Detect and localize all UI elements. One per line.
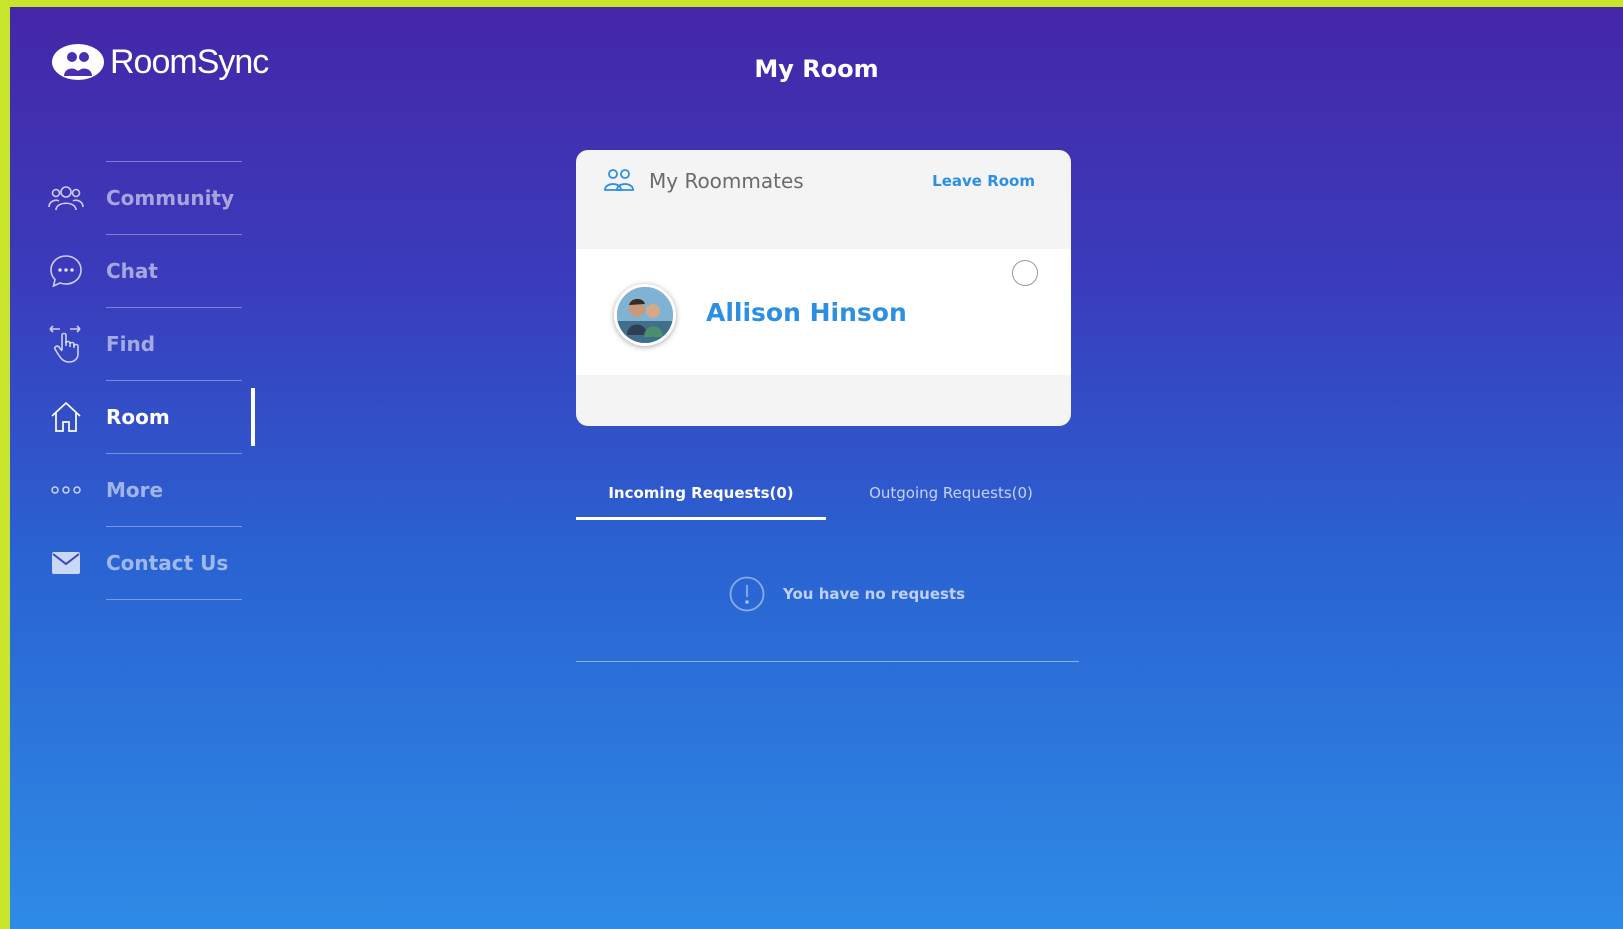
sidebar-item-contact-us[interactable]: Contact Us: [10, 527, 255, 599]
empty-state: You have no requests: [729, 576, 965, 612]
roommate-select-radio[interactable]: [1012, 260, 1038, 286]
card-title: My Roommates: [649, 169, 804, 193]
sidebar-item-label: Contact Us: [106, 551, 229, 575]
requests-divider: [576, 661, 1079, 662]
roommate-row[interactable]: Allison Hinson: [576, 249, 1071, 375]
sidebar-item-community[interactable]: Community: [10, 162, 255, 234]
community-icon: [48, 180, 84, 216]
sidebar-item-label: Community: [106, 186, 235, 210]
home-icon: [48, 399, 84, 435]
nav-divider: [106, 599, 242, 600]
page-title: My Room: [754, 55, 879, 83]
tab-outgoing-requests[interactable]: Outgoing Requests(0): [826, 474, 1076, 520]
roommate-name[interactable]: Allison Hinson: [706, 298, 907, 327]
empty-message: You have no requests: [783, 585, 966, 603]
sidebar-item-label: More: [106, 478, 164, 502]
sidebar-item-label: Find: [106, 332, 156, 356]
roommates-icon: [604, 168, 634, 194]
info-exclamation-icon: [729, 576, 765, 612]
swipe-hand-icon: [48, 325, 84, 363]
card-header: My Roommates Leave Room: [576, 150, 1071, 214]
sidebar-item-chat[interactable]: Chat: [10, 235, 255, 307]
leave-room-button[interactable]: Leave Room: [932, 172, 1035, 190]
tab-label: Outgoing Requests(0): [869, 484, 1033, 502]
sidebar-item-more[interactable]: More: [10, 454, 255, 526]
mail-icon: [48, 545, 84, 581]
avatar: [614, 284, 676, 346]
requests-tabs: Incoming Requests(0) Outgoing Requests(0…: [576, 474, 1071, 520]
sidebar-item-find[interactable]: Find: [10, 308, 255, 380]
app-window: RoomSync My Room Community Chat Find Roo…: [10, 7, 1623, 929]
sidebar-item-label: Chat: [106, 259, 158, 283]
tab-label: Incoming Requests(0): [608, 484, 794, 502]
sidebar-item-room[interactable]: Room: [10, 381, 255, 453]
roommates-card: My Roommates Leave Room Allison Hinson: [576, 150, 1071, 426]
active-indicator: [251, 388, 255, 446]
chat-icon: [48, 253, 84, 289]
sidebar-item-label: Room: [106, 405, 170, 429]
tab-incoming-requests[interactable]: Incoming Requests(0): [576, 474, 826, 520]
more-dots-icon: [48, 472, 84, 508]
